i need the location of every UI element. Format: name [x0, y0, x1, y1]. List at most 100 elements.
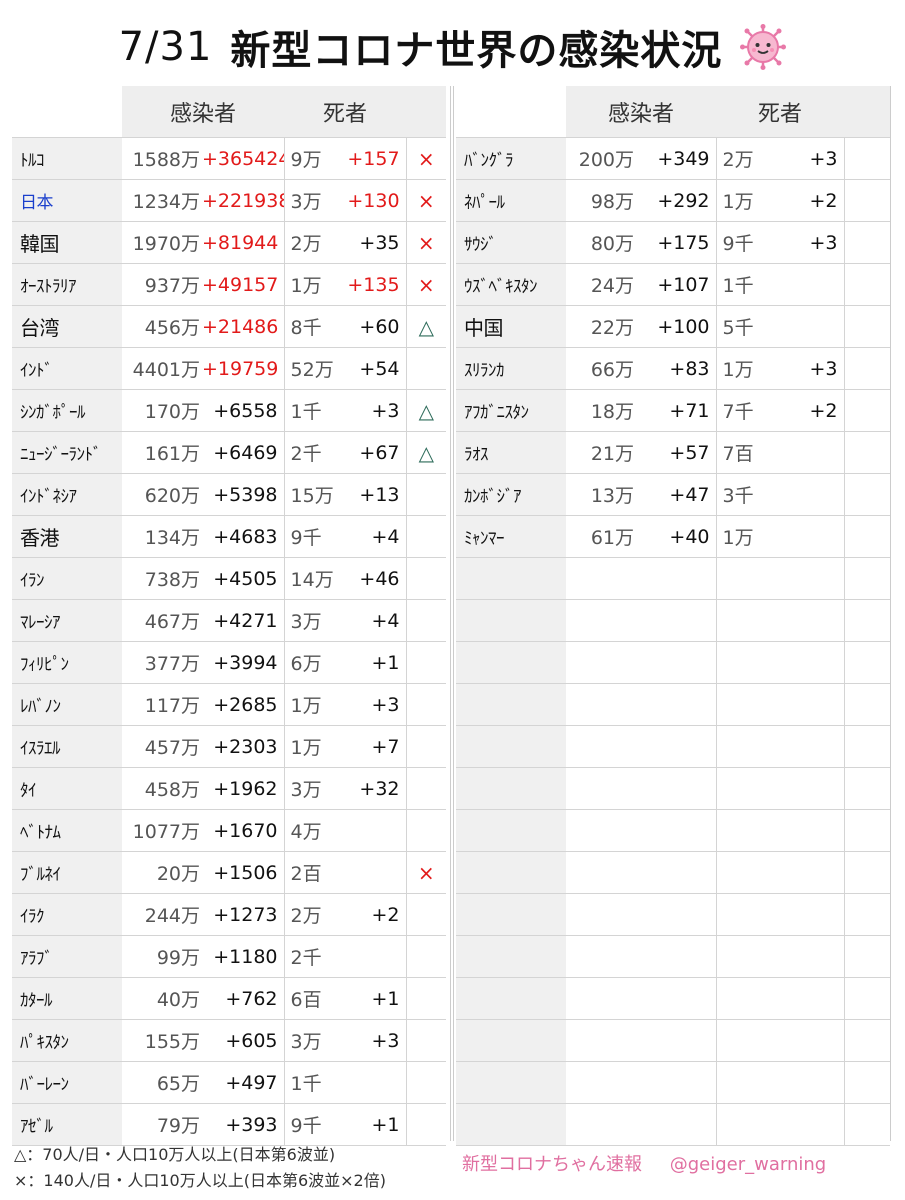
deaths-new: +3	[334, 1019, 407, 1062]
note-triangle: △：70人/日・人口10万人以上(日本第6波並)	[14, 1145, 336, 1164]
infected-total: 1077万	[122, 809, 202, 852]
infected-total	[566, 1103, 636, 1146]
deaths-new	[776, 305, 845, 348]
country-name: ﾄﾙｺ	[12, 137, 122, 180]
infected-new: +1670	[202, 809, 285, 852]
deaths-new: +135	[334, 263, 407, 306]
title-main: 新型コロナ世界の感染状況	[230, 28, 723, 74]
deaths-total	[716, 641, 777, 684]
alert-mark	[844, 515, 891, 558]
alert-mark	[844, 431, 891, 474]
deaths-total: 3千	[716, 473, 777, 516]
infected-new: +349	[636, 137, 717, 180]
infected-total: 134万	[122, 515, 202, 558]
country-name	[456, 599, 566, 642]
alert-mark: ×	[406, 137, 447, 180]
alert-mark: ×	[406, 221, 447, 264]
deaths-total: 5千	[716, 305, 777, 348]
deaths-new: +4	[334, 515, 407, 558]
deaths-total: 2万	[284, 221, 335, 264]
country-name: ｳｽﾞﾍﾞｷｽﾀﾝ	[456, 263, 566, 306]
alert-mark	[406, 767, 447, 810]
country-name: ｲﾝﾄﾞ	[12, 347, 122, 390]
deaths-new: +130	[334, 179, 407, 222]
deaths-total	[716, 977, 777, 1020]
alert-mark	[844, 473, 891, 516]
alert-mark	[406, 935, 447, 978]
infected-total: 80万	[566, 221, 636, 264]
deaths-total: 2万	[716, 137, 777, 180]
deaths-total	[716, 935, 777, 978]
table-row: ｻｳｼﾞ 80万 +175 9千 +3	[456, 221, 891, 264]
infected-new: +1180	[202, 935, 285, 978]
deaths-new: +32	[334, 767, 407, 810]
deaths-total	[716, 809, 777, 852]
table-row: ｵｰｽﾄﾗﾘｱ 937万 +49157 1万 +135 ×	[12, 263, 447, 306]
deaths-new: +67	[334, 431, 407, 474]
deaths-total: 52万	[284, 347, 335, 390]
country-name: ﾗｵｽ	[456, 431, 566, 474]
infected-new: +83	[636, 347, 717, 390]
right-table: 感染者 死者 ﾊﾞﾝｸﾞﾗ 200万 +349 2万 +3 ﾈﾊﾟｰﾙ 98万 +292 1万 +…	[456, 86, 891, 1146]
deaths-new	[334, 935, 407, 978]
infected-total: 24万	[566, 263, 636, 306]
country-name: ﾆｭｰｼﾞｰﾗﾝﾄﾞ	[12, 431, 122, 474]
alert-mark	[406, 1103, 447, 1146]
alert-mark	[406, 893, 447, 936]
deaths-new	[776, 431, 845, 474]
infected-new	[636, 1019, 717, 1062]
deaths-new	[776, 935, 845, 978]
infected-total	[566, 683, 636, 726]
alert-mark: ×	[406, 179, 447, 222]
alert-mark	[406, 641, 447, 684]
infected-total: 4401万	[122, 347, 202, 390]
table-row	[456, 641, 891, 684]
table-row: ｶﾀｰﾙ 40万 +762 6百 +1	[12, 977, 447, 1020]
table-row: ﾐｬﾝﾏｰ 61万 +40 1万	[456, 515, 891, 558]
infected-new: +393	[202, 1103, 285, 1146]
infected-total: 170万	[122, 389, 202, 432]
infected-total: 13万	[566, 473, 636, 516]
country-name: 韓国	[12, 221, 122, 264]
country-name	[456, 977, 566, 1020]
table-row	[456, 557, 891, 600]
deaths-total: 9千	[716, 221, 777, 264]
alert-mark	[406, 347, 447, 390]
deaths-total: 7百	[716, 431, 777, 474]
deaths-total: 2千	[284, 431, 335, 474]
country-name: ﾍﾞﾄﾅﾑ	[12, 809, 122, 852]
infected-new	[636, 767, 717, 810]
infected-new	[636, 683, 717, 726]
infected-total: 620万	[122, 473, 202, 516]
country-name: 台湾	[12, 305, 122, 348]
deaths-total: 3万	[284, 179, 335, 222]
table-row	[456, 977, 891, 1020]
country-name: ﾀｲ	[12, 767, 122, 810]
country-name: ﾌﾞﾙﾈｲ	[12, 851, 122, 894]
alert-mark	[406, 599, 447, 642]
infected-new: +47	[636, 473, 717, 516]
header-deaths: 死者	[716, 86, 845, 138]
alert-mark	[844, 347, 891, 390]
infected-new: +81944	[202, 221, 285, 264]
infected-total: 99万	[122, 935, 202, 978]
header-infected: 感染者	[566, 86, 717, 138]
infected-new: +175	[636, 221, 717, 264]
deaths-new	[776, 599, 845, 642]
infected-new: +107	[636, 263, 717, 306]
deaths-total: 1千	[284, 1061, 335, 1104]
infected-total	[566, 725, 636, 768]
infected-total: 155万	[122, 1019, 202, 1062]
deaths-total: 9千	[284, 1103, 335, 1146]
infected-total: 738万	[122, 557, 202, 600]
infected-new: +221938	[202, 179, 285, 222]
alert-mark	[844, 305, 891, 348]
infected-total: 458万	[122, 767, 202, 810]
infected-total: 117万	[122, 683, 202, 726]
infected-new	[636, 893, 717, 936]
alert-mark: △	[406, 431, 447, 474]
divider-line-a	[450, 86, 451, 1141]
alert-mark	[844, 767, 891, 810]
infected-total: 244万	[122, 893, 202, 936]
deaths-total	[716, 1019, 777, 1062]
